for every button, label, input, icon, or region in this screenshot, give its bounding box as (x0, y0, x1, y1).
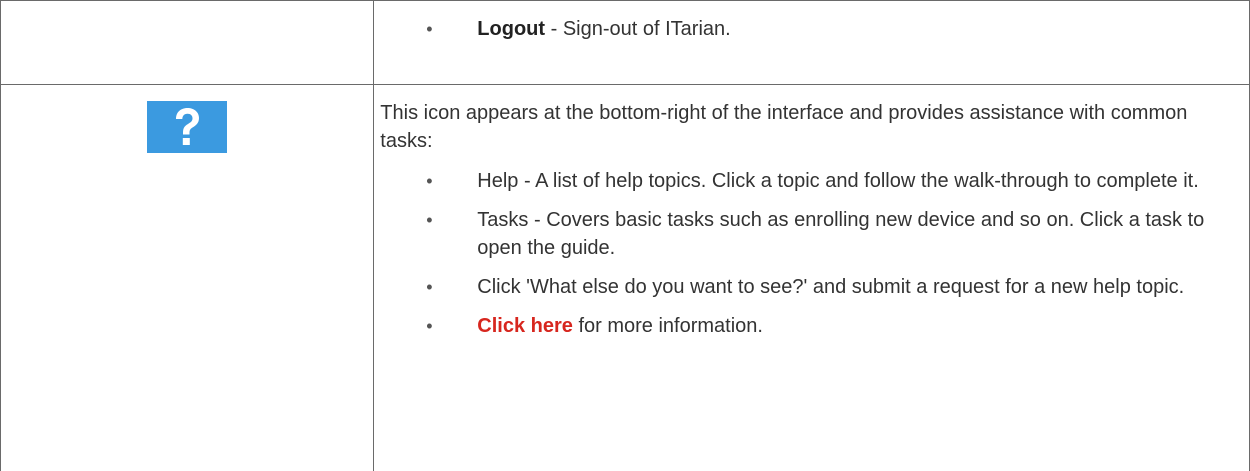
description-cell-help: This icon appears at the bottom-right of… (374, 85, 1250, 471)
tasks-item-text: Tasks - Covers basic tasks such as enrol… (477, 209, 1204, 259)
bullet-icon: • (426, 206, 432, 234)
help-intro-text: This icon appears at the bottom-right of… (380, 99, 1229, 155)
list-item: • Click here for more information. (374, 312, 1249, 340)
bullet-list-logout: • Logout - Sign-out of ITarian. (374, 15, 1249, 43)
request-item-text: Click 'What else do you want to see?' an… (477, 276, 1184, 298)
more-info-text: for more information. (573, 315, 763, 337)
logout-term: Logout (477, 18, 545, 40)
bullet-icon: • (426, 312, 432, 340)
feature-table: • Logout - Sign-out of ITarian. This ico… (0, 0, 1250, 471)
table-row-logout: • Logout - Sign-out of ITarian. (1, 1, 1250, 85)
logout-description: - Sign-out of ITarian. (545, 18, 731, 40)
bullet-list-help: • Help - A list of help topics. Click a … (374, 167, 1249, 340)
help-item-text: Help - A list of help topics. Click a to… (477, 170, 1198, 192)
list-item: • Logout - Sign-out of ITarian. (374, 15, 1249, 43)
bullet-icon: • (426, 273, 432, 301)
list-item: • Tasks - Covers basic tasks such as enr… (374, 206, 1249, 262)
icon-cell-empty (1, 1, 374, 85)
bullet-icon: • (426, 15, 432, 43)
question-mark-icon (147, 101, 227, 153)
bullet-icon: • (426, 167, 432, 195)
list-item: • Click 'What else do you want to see?' … (374, 273, 1249, 301)
click-here-link[interactable]: Click here (477, 315, 573, 337)
description-cell-logout: • Logout - Sign-out of ITarian. (374, 1, 1250, 85)
icon-cell-help (1, 85, 374, 471)
list-item: • Help - A list of help topics. Click a … (374, 167, 1249, 195)
table-row-help: This icon appears at the bottom-right of… (1, 85, 1250, 471)
